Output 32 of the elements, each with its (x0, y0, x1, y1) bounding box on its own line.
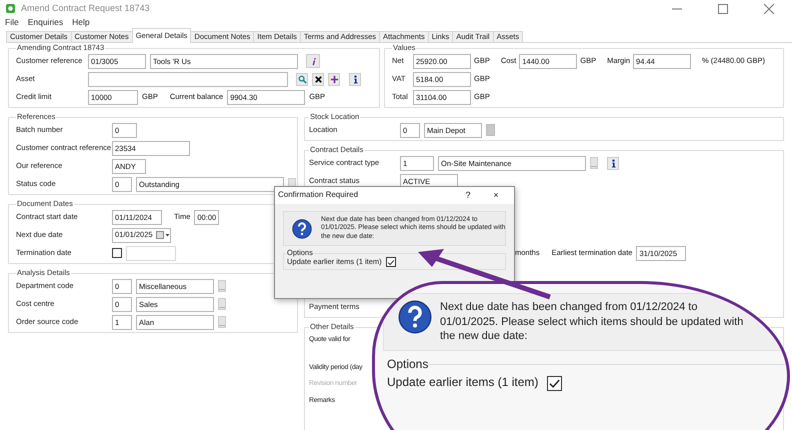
app-icon (5, 3, 16, 14)
plus-icon (330, 74, 338, 84)
menu-item[interactable]: Help (72, 18, 90, 28)
close-button[interactable]: × (484, 191, 508, 200)
search-button[interactable] (296, 72, 308, 86)
ellipsis-button[interactable] (590, 157, 598, 169)
add-button[interactable] (328, 72, 340, 86)
ellipsis-button[interactable] (218, 280, 226, 292)
question-icon (292, 218, 312, 238)
color-swatch[interactable] (486, 124, 495, 136)
input-field[interactable] (88, 72, 288, 86)
calendar-icon[interactable] (156, 231, 170, 239)
close-icon (314, 74, 322, 84)
checkbox[interactable] (547, 376, 562, 390)
ellipsis-button[interactable] (218, 298, 226, 310)
help-button[interactable]: ? (456, 191, 480, 200)
info-button[interactable] (607, 156, 619, 170)
dialog-title: Confirmation Required (278, 191, 360, 200)
checkbox[interactable] (112, 248, 122, 258)
clear-button[interactable] (312, 72, 324, 86)
checkbox[interactable] (386, 257, 396, 267)
message-text: Next due date has been changed from 01/12/2024 to 01/01/2025. Please select which items should be updated with the new due date: (440, 300, 744, 344)
menu-item[interactable]: Enquiries (28, 18, 64, 28)
question-icon (398, 300, 432, 334)
window-title: Amend Contract Request 18743 (21, 4, 150, 14)
info-button[interactable] (306, 54, 320, 68)
ellipsis-button[interactable] (218, 316, 226, 328)
menu-item[interactable]: File (5, 18, 19, 28)
info-button[interactable] (349, 72, 361, 86)
option-label: Update earlier items (1 item) (387, 376, 538, 390)
options-title: Options (387, 356, 428, 372)
search-icon (298, 74, 306, 84)
